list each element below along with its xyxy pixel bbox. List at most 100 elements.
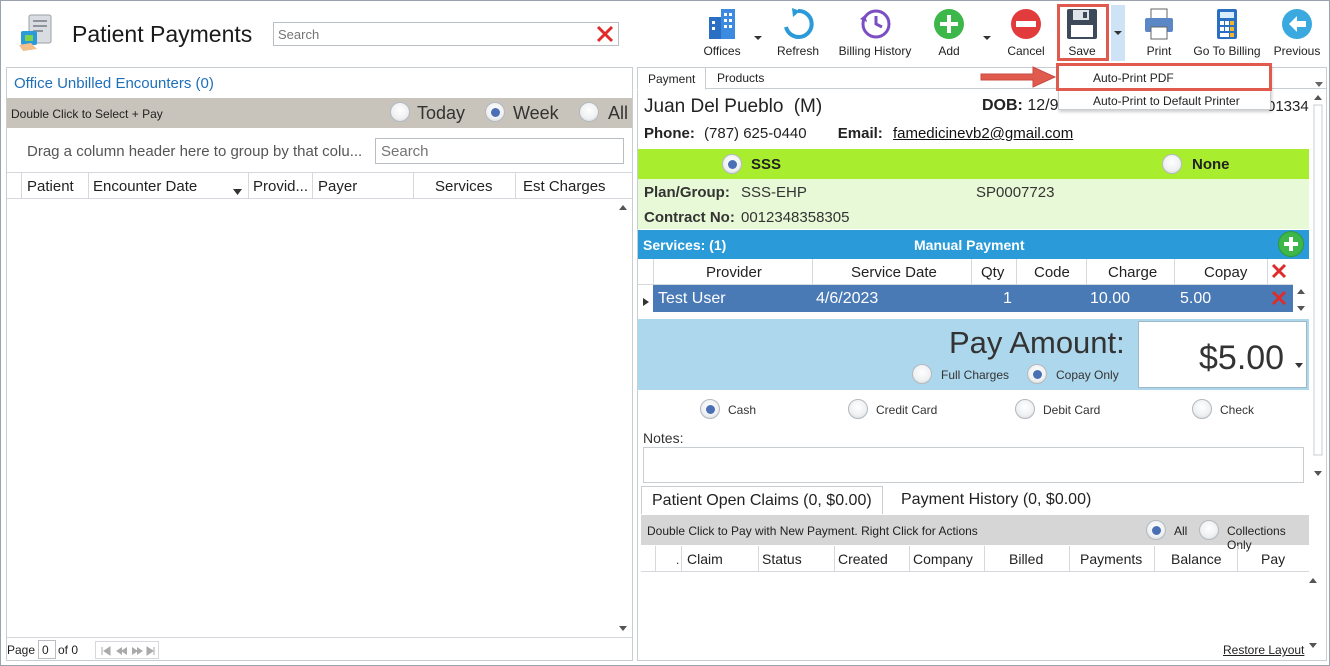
- clear-search-icon[interactable]: [596, 24, 614, 44]
- offices-label: Offices: [703, 44, 741, 58]
- patient-sex: (M): [793, 96, 823, 117]
- col-provider[interactable]: Provid...: [253, 178, 308, 195]
- tab-open-claims[interactable]: Patient Open Claims (0, $0.00): [641, 486, 883, 514]
- patient-payments-icon: [17, 13, 55, 53]
- full-charges-radio[interactable]: [912, 364, 932, 384]
- debit-card-radio[interactable]: [1015, 399, 1035, 419]
- col-provider[interactable]: Provider: [706, 264, 762, 281]
- claims-scrollbar[interactable]: [1306, 573, 1320, 653]
- encounters-scrollbar[interactable]: [616, 200, 630, 636]
- full-charges-label: Full Charges: [941, 368, 1010, 382]
- print-label: Print: [1146, 44, 1172, 58]
- col-patient[interactable]: Patient: [27, 178, 74, 195]
- pager-nav-buttons[interactable]: [95, 641, 159, 659]
- menu-auto-print-default-printer[interactable]: Auto-Print to Default Printer: [1093, 94, 1240, 108]
- add-service-icon[interactable]: [1278, 231, 1304, 257]
- add-dropdown-icon[interactable]: [982, 29, 992, 40]
- claims-all-radio[interactable]: [1146, 520, 1166, 540]
- encounters-grid-header: Patient Encounter Date Provid... Payer S…: [7, 172, 632, 199]
- dob-label: DOB:: [982, 97, 1023, 114]
- unbilled-encounters-title: Office Unbilled Encounters (0): [14, 75, 214, 92]
- add-icon: [932, 7, 966, 41]
- page-label: Page: [7, 643, 36, 657]
- refresh-icon: [781, 7, 815, 41]
- all-label: All: [608, 103, 629, 123]
- tab-payment[interactable]: Payment: [637, 67, 707, 90]
- save-dropdown-toggle[interactable]: [1111, 5, 1125, 61]
- pay-amount-value: $5.00: [1199, 339, 1285, 377]
- offices-button[interactable]: Offices: [699, 5, 745, 61]
- offices-dropdown-icon[interactable]: [753, 29, 763, 40]
- services-scrollbar[interactable]: [1294, 285, 1308, 313]
- col-charge[interactable]: Charge: [1108, 264, 1157, 281]
- check-label: Check: [1220, 403, 1255, 417]
- insurance-none-radio[interactable]: [1162, 154, 1182, 174]
- tabs-overflow-icon[interactable]: [1315, 75, 1323, 90]
- service-row[interactable]: Test User 4/6/2023 1 10.00 5.00: [653, 285, 1293, 312]
- insurance-sss-radio[interactable]: [722, 154, 742, 174]
- col-billed[interactable]: Billed: [1009, 551, 1043, 567]
- contact-row: Phone: (787) 625-0440 Email: famedicinev…: [644, 125, 1073, 142]
- billing-history-button[interactable]: Billing History: [835, 5, 915, 61]
- col-services[interactable]: Services: [435, 178, 493, 195]
- notes-label: Notes:: [643, 430, 684, 446]
- col-created[interactable]: Created: [838, 551, 888, 567]
- col-status[interactable]: Status: [762, 551, 802, 567]
- history-clock-icon: [858, 7, 892, 41]
- go-to-billing-button[interactable]: Go To Billing: [1191, 5, 1263, 61]
- page-number-input[interactable]: 0: [38, 640, 56, 659]
- group-value: SP0007723: [976, 184, 1055, 201]
- col-code[interactable]: Code: [1034, 264, 1070, 281]
- encounters-search-box[interactable]: [375, 138, 624, 164]
- cancel-label: Cancel: [1007, 44, 1045, 58]
- service-provider: Test User: [658, 290, 726, 307]
- phone-label: Phone:: [644, 125, 695, 142]
- col-pay[interactable]: Pay: [1261, 551, 1285, 567]
- col-company[interactable]: Company: [913, 551, 973, 567]
- check-radio[interactable]: [1192, 399, 1212, 419]
- col-payer[interactable]: Payer: [318, 178, 357, 195]
- email-link[interactable]: famedicinevb2@gmail.com: [893, 125, 1073, 142]
- cancel-button[interactable]: Cancel: [1003, 5, 1049, 61]
- col-qty[interactable]: Qty: [981, 264, 1004, 281]
- copay-only-radio[interactable]: [1027, 364, 1047, 384]
- pay-amount-band: Pay Amount: Full Charges Copay Only $5.0…: [638, 319, 1309, 390]
- tab-products[interactable]: Products: [707, 67, 774, 89]
- notes-textarea[interactable]: [643, 447, 1304, 483]
- payment-scrollbar[interactable]: [1311, 91, 1325, 483]
- amount-dropdown-icon[interactable]: [1295, 356, 1303, 371]
- print-button[interactable]: Print: [1137, 5, 1181, 61]
- col-est-charges[interactable]: Est Charges: [523, 178, 606, 195]
- week-label: Week: [513, 103, 559, 123]
- add-label: Add: [938, 44, 960, 58]
- service-date: 4/6/2023: [816, 290, 879, 307]
- copay-only-label: Copay Only: [1056, 368, 1119, 382]
- restore-layout-link[interactable]: Restore Layout: [1223, 643, 1304, 657]
- delete-all-icon[interactable]: [1271, 263, 1287, 282]
- credit-card-radio[interactable]: [848, 399, 868, 419]
- collections-only-radio[interactable]: [1199, 520, 1219, 540]
- refresh-button[interactable]: Refresh: [775, 5, 821, 61]
- previous-button[interactable]: Previous: [1271, 5, 1323, 61]
- col-payments[interactable]: Payments: [1080, 551, 1142, 567]
- claims-grid-header: . Claim Status Created Company Billed Pa…: [641, 546, 1309, 572]
- col-encounter-date[interactable]: Encounter Date: [93, 178, 197, 195]
- service-copay: 5.00: [1180, 290, 1212, 307]
- col-balance[interactable]: Balance: [1171, 551, 1222, 567]
- all-radio[interactable]: [579, 102, 599, 122]
- col-copay[interactable]: Copay: [1204, 264, 1247, 281]
- tab-payment-history[interactable]: Payment History (0, $0.00): [891, 486, 1101, 514]
- go-to-billing-label: Go To Billing: [1193, 44, 1261, 58]
- delete-row-icon[interactable]: [1271, 290, 1287, 309]
- week-radio[interactable]: [485, 102, 505, 122]
- today-radio[interactable]: [390, 102, 410, 122]
- add-button[interactable]: Add: [927, 5, 971, 61]
- search-box[interactable]: [273, 22, 619, 46]
- pay-amount-input[interactable]: $5.00: [1138, 321, 1307, 388]
- search-input[interactable]: [274, 23, 584, 45]
- cash-radio[interactable]: [700, 399, 720, 419]
- col-service-date[interactable]: Service Date: [851, 264, 937, 281]
- row-indicator-icon: [643, 294, 649, 309]
- encounters-search-input[interactable]: [376, 139, 616, 163]
- col-claim[interactable]: Claim: [687, 551, 723, 567]
